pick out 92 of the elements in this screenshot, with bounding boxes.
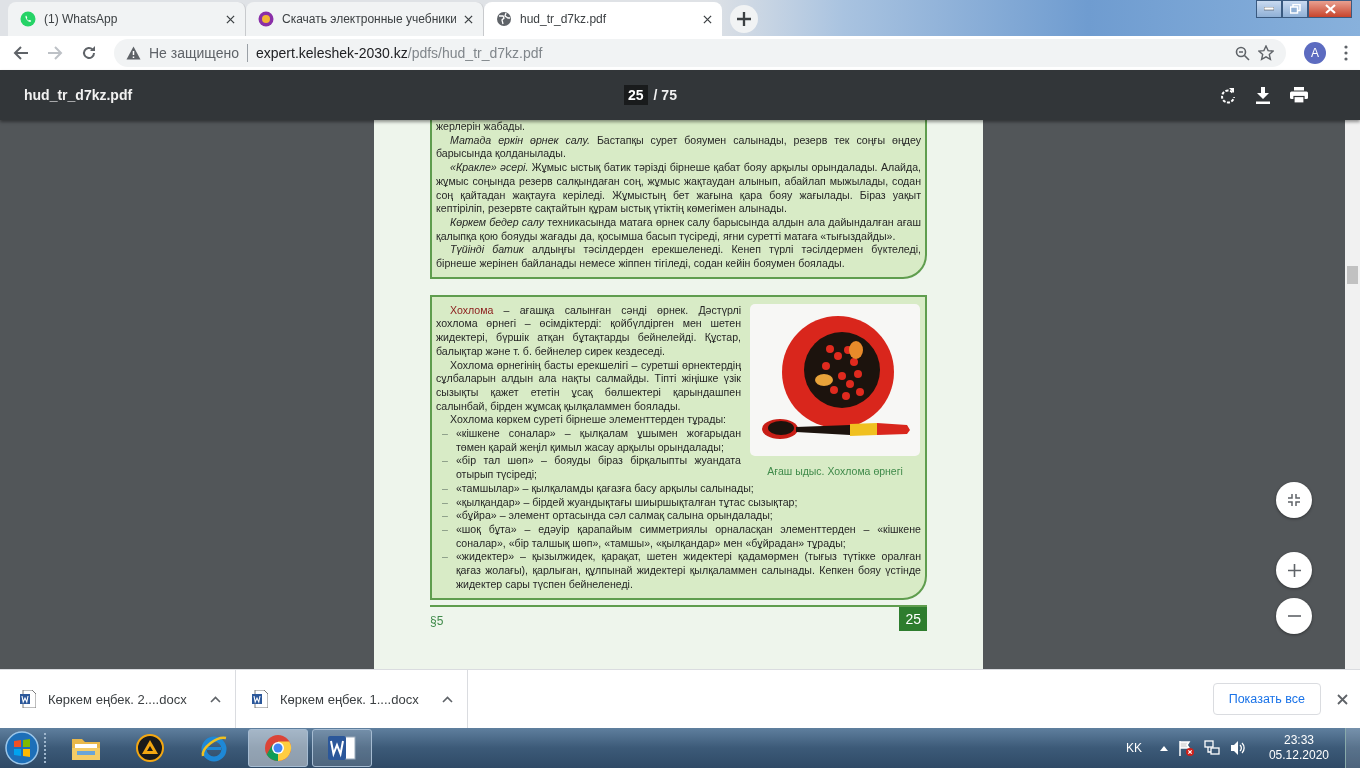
list-dash: – — [442, 523, 448, 537]
list-dash: – — [442, 427, 448, 442]
warning-icon — [126, 46, 141, 60]
list-item-text: «тамшылар» – қылқаламды қағазға басу арқылы салынады; — [455, 481, 755, 496]
chat-bubble-icon — [20, 11, 36, 27]
address-field[interactable]: Не защищено expert.keleshek-2030.kz/pdfs/hud_tr_d7kz.pdf — [114, 39, 1286, 67]
list-dash: – — [442, 481, 448, 496]
zoom-in-button[interactable] — [1276, 552, 1312, 588]
tab-title: (1) WhatsApp — [44, 12, 119, 26]
list-dash: – — [442, 495, 448, 510]
caret-up-icon[interactable] — [1159, 745, 1168, 751]
close-icon[interactable] — [464, 14, 473, 24]
chrome-logo-icon — [264, 734, 292, 762]
restore-icon — [1289, 4, 1301, 14]
paragraph: Хохлома – ағашқа салынған сәнді өрнек. Дәстүрлі хохлома өрнегі – өсімдіктерді: қойбүлдірген мен шетен жидектері, бүршік атқан бұтақтарды бейнелейді. Құстар, балықтар және т. б. бейнелер сирек кездеседі. — [436, 303, 742, 359]
clock[interactable]: 23:33 05.12.2020 — [1268, 733, 1329, 763]
browser-tab[interactable]: (1) WhatsApp — [8, 2, 246, 36]
word-document-icon — [20, 690, 36, 708]
list-item-text: «шоқ бұта» – едәуір қарапайым симметриялы орналасқан элементтерден – «кішкене соналар», «бір талшық шөп», «тамшы», «қылқандар» мен «бұйрадан» тұрады; — [455, 523, 921, 551]
list-item-text: «бұйра» – элемент ортасында сәл салмақ салына орындалады; — [455, 509, 774, 523]
close-icon[interactable] — [226, 14, 235, 24]
url-text: expert.keleshek-2030.kz/pdfs/hud_tr_d7kz.pdf — [256, 45, 543, 61]
file-name: hud_tr_d7kz.pdf — [24, 87, 134, 103]
tab-title: hud_tr_d7kz.pdf — [520, 12, 608, 26]
download-file-name: Көркем еңбек. 2....docx — [48, 691, 188, 707]
show-all-button[interactable]: Показать все — [1212, 683, 1321, 715]
browser-tab[interactable]: Скачать электронные учебники — [246, 2, 484, 36]
taskbar-app-button[interactable] — [312, 729, 372, 767]
figure-caption: Ағаш ыдыс. Хохлома өрнегі — [767, 464, 903, 477]
menu-icon[interactable] — [1344, 45, 1348, 61]
triangle-logo-icon — [136, 734, 164, 762]
plus-icon — [1287, 563, 1301, 577]
word-document-icon — [252, 690, 268, 708]
flag-error-icon[interactable] — [1177, 740, 1194, 756]
list-item-text: «кішкене соналар» – қылқалам ұшымен жоғарыдан төмен қарай жеңіл қимыл жасау арқылы орындалады; — [455, 427, 741, 455]
close-window-button[interactable] — [1308, 0, 1352, 18]
paragraph: Көркем бедер салу техникасында матаға өрнек салу барысында алдын ала дайындалған ағаш қалыпқа қою бояуды жағады да, қосымша басып түсіреді, яғни суретті матаға «тығыздайды». — [436, 215, 921, 244]
language-indicator[interactable]: KK — [1125, 741, 1142, 755]
print-icon[interactable] — [1290, 87, 1308, 103]
page-number: 25 — [899, 606, 927, 631]
rotate-icon[interactable] — [1220, 86, 1236, 104]
list-item-text: «жидектер» – қызылжидек, қарақат, шетен жидектері қадамөрмен (тығыз түтікке оралған қағаз жолағы), қарлыған, құлпынай жидектері қылқаламмен салынады. Кепкен бояу үстінде жидектер сары түспен бейнеленеді. — [455, 550, 921, 592]
zoom-magnifier-icon[interactable] — [1235, 45, 1250, 61]
section-label: §5 — [430, 613, 444, 628]
reload-icon — [81, 45, 97, 61]
globe-icon — [496, 11, 512, 27]
paragraph: Хохлома өрнегінің басты ерекшелігі – суретші өрнектердің сұлбаларын алдын ала нақты салмайды. Тіпті жіңішке үзік сызықты қажет ететін ұсақ бөлшектері қарындашпен салынбай, бірден жұмсақ қылқаламмен боялады. — [436, 358, 742, 414]
volume-icon[interactable] — [1229, 740, 1247, 756]
download-file-name: Көркем еңбек. 1....docx — [280, 691, 420, 707]
caret-up-icon[interactable] — [442, 695, 453, 703]
plus-icon — [737, 12, 751, 26]
forward-arrow-icon — [47, 45, 63, 61]
clock-time: 23:33 — [1283, 733, 1314, 748]
clock-date: 05.12.2020 — [1268, 748, 1329, 763]
caret-up-icon[interactable] — [210, 695, 221, 703]
scrollbar-thumb[interactable] — [1347, 266, 1358, 284]
e-logo-icon — [199, 734, 229, 762]
paragraph: Түйінді батик алдыңғы тәсілдерден ерекшеленеді. Кенеп түрлі тәсілдермен бүктеледі, бірнеше жерінен байланады немесе жіппен тігіледі, содан кейін бояумен боялады. — [436, 243, 921, 271]
network-icon[interactable] — [1203, 740, 1220, 756]
minimize-button[interactable] — [1256, 0, 1282, 18]
close-icon — [1324, 4, 1336, 14]
profile-avatar[interactable]: A — [1304, 42, 1326, 64]
scrollbar[interactable] — [1345, 120, 1360, 669]
list-item-text: «қылқандар» – бірдей жуандықтағы шиыршықталған тұтас сызықтар; — [455, 495, 799, 510]
browser-tab[interactable]: hud_tr_d7kz.pdf — [484, 2, 722, 36]
tab-title: Скачать электронные учебники — [282, 12, 456, 26]
back-arrow-icon — [13, 45, 29, 61]
fit-to-page-button[interactable] — [1276, 482, 1312, 518]
star-icon[interactable] — [1258, 45, 1274, 61]
close-icon[interactable] — [703, 14, 712, 24]
minus-icon — [1287, 615, 1301, 617]
list-item-text: «бір тал шөп» – бояуды біраз бірқалыпты жуандата отырып түсіреді; — [455, 454, 741, 482]
zoom-out-button[interactable] — [1276, 598, 1312, 634]
security-label: Не защищено — [149, 45, 239, 61]
download-icon[interactable] — [1256, 86, 1270, 104]
start-button[interactable] — [4, 730, 40, 766]
list-dash: – — [442, 454, 448, 469]
paragraph: Матада еркін өрнек салу. Бастапқы сурет бояумен салынады, резерв тек соңғы өңдеу барысында қолданылады. — [436, 133, 921, 162]
list-dash: – — [442, 550, 448, 565]
page-number-field[interactable]: 25 — [624, 85, 648, 105]
page-total: / 75 — [653, 87, 677, 103]
site-logo-icon — [258, 11, 274, 27]
fit-arrows-icon — [1288, 494, 1300, 506]
new-tab-button[interactable] — [730, 5, 758, 33]
minimize-icon — [1264, 7, 1274, 11]
paragraph: Хохлома көркем суреті бірнеше элементтерден тұрады: — [449, 413, 727, 428]
paragraph: жерлерін жабады. — [436, 120, 527, 134]
close-icon[interactable] — [1337, 693, 1348, 705]
word-logo-icon — [327, 734, 357, 762]
restore-button[interactable] — [1282, 0, 1308, 18]
list-dash: – — [442, 509, 448, 523]
paragraph: «Кракле» әсері. Жұмыс ыстық батик тәрізді бірнеше қабат бояу арқылы орындалады. Алайда, жұмыс соңында резерв салқындаған соң, жұмыс жақтаудан алынып, абайлап мыжылады, содан соң қайтадан жақтауға керіледі. Жұмыстың бет жағына қара бояу жағылады. Біраз уақыт кептіріліп, резервте сақтайтын құрам ыстық үтіктің көмегімен алынады. — [436, 161, 921, 216]
